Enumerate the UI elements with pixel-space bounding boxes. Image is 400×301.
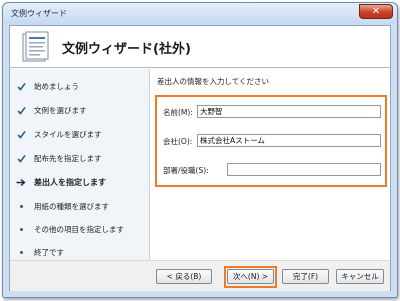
bullet-icon [14,199,28,213]
sender-form-highlight: 名前(M): 大野智 会社(O): 株式会社Aストーム 部署/役職(S): [155,95,387,187]
department-label: 部署/役職(S): [163,165,209,175]
bullet-icon [14,222,28,236]
check-icon [14,79,28,93]
step-label: 用紙の種類を選びます [34,201,109,211]
step-label: 終了です [34,247,64,257]
wizard-window: 文例ウィザード ✕ 文例ウィザード(社外) 始めましょう 文例を選びます スタイ… [2,2,398,298]
step-recipient: 配布先を指定します [14,149,148,167]
title-bar[interactable]: 文例ウィザード ✕ [3,3,397,25]
finish-button[interactable]: 完了(F) [282,269,329,284]
check-icon [14,151,28,165]
step-other-items: その他の項目を指定します [14,220,148,238]
arrow-right-icon [14,175,28,189]
wizard-footer: < 戻る(B) 次へ(N) > 完了(F) キャンセル [10,260,390,291]
window-title: 文例ウィザード [11,9,67,18]
step-start: 始めましょう [14,77,148,95]
page-title: 文例ウィザード(社外) [62,42,191,57]
document-icon [22,31,49,62]
instruction-text: 差出人の情報を入力してください [157,77,270,86]
wizard-header: 文例ウィザード(社外) [10,26,390,68]
department-field[interactable] [227,163,381,176]
step-label: その他の項目を指定します [34,224,124,234]
wizard-step-list: 始めましょう 文例を選びます スタイルを選びます 配布先を指定します 差出人を指… [10,69,150,260]
check-icon [14,103,28,117]
back-button[interactable]: < 戻る(B) [156,269,212,284]
step-sender-current: 差出人を指定します [14,173,148,191]
name-label: 名前(M): [163,107,193,117]
step-label: 配布先を指定します [34,153,102,163]
step-label: 始めましょう [34,81,79,91]
step-choose-style: スタイルを選びます [14,125,148,143]
step-finish: 終了です [14,243,148,261]
step-choose-template: 文例を選びます [14,101,148,119]
name-field[interactable]: 大野智 [197,105,381,118]
step-label: スタイルを選びます [34,129,102,139]
close-icon: ✕ [371,6,381,17]
close-button[interactable]: ✕ [359,4,393,19]
cancel-button[interactable]: キャンセル [336,269,384,284]
check-icon [14,127,28,141]
bullet-icon [14,245,28,259]
company-field[interactable]: 株式会社Aストーム [197,134,381,147]
step-label: 文例を選びます [34,105,87,115]
next-button[interactable]: 次へ(N) > [227,269,274,284]
wizard-main-panel: 差出人の情報を入力してください 名前(M): 大野智 会社(O): 株式会社Aス… [151,69,390,260]
step-label: 差出人を指定します [34,177,106,187]
company-label: 会社(O): [163,136,193,146]
step-paper-type: 用紙の種類を選びます [14,197,148,215]
wizard-client: 文例ウィザード(社外) 始めましょう 文例を選びます スタイルを選びます 配布先… [9,25,391,291]
